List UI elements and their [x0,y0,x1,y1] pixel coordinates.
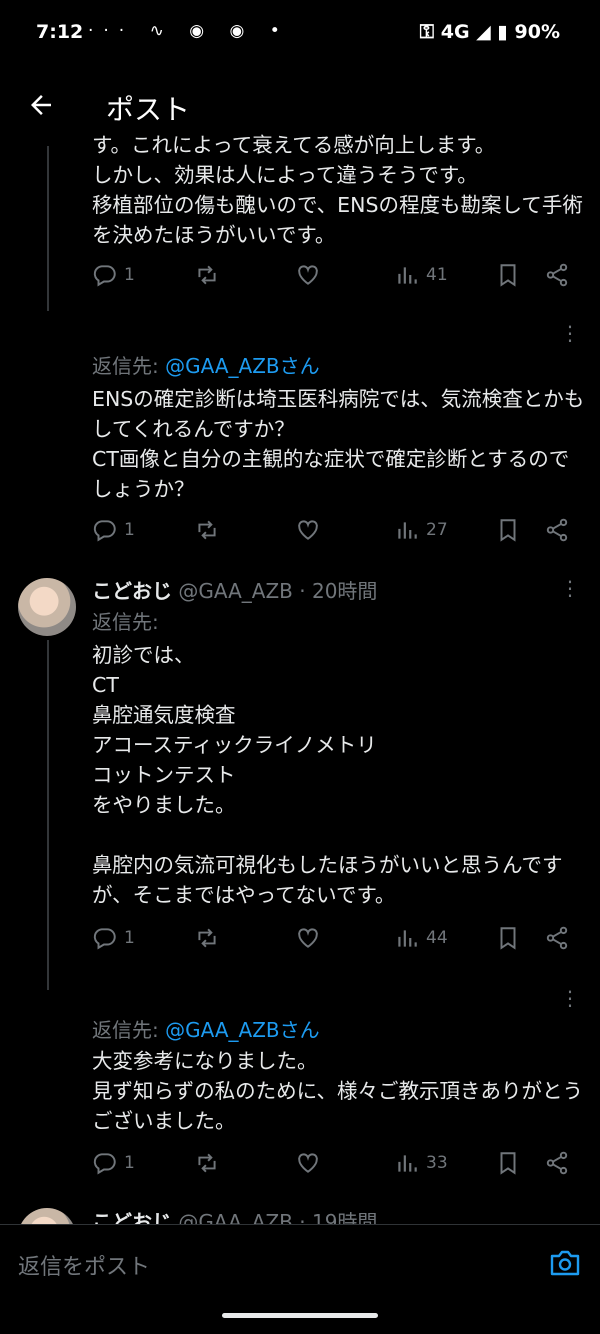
share-button[interactable] [544,262,570,288]
tweet-author-line: こどおじ @GAA_AZB · 20時間 [92,575,377,604]
status-bar: 7:12 ··· ∿ ◉ ◉ • ⚿ 4G ◢ ▮ 90% [0,0,600,66]
repost-button[interactable] [194,517,220,543]
repost-icon [198,928,216,948]
reply-count: 1 [124,928,135,948]
reply-button[interactable]: 1 [92,925,135,951]
network-label: 4G [440,21,470,43]
share-icon [546,518,568,542]
reply-input[interactable]: 返信をポスト [18,1249,150,1281]
reply-to-label: 返信先: [92,354,166,378]
battery-level: 90% [514,21,560,43]
reply-icon [93,1153,116,1175]
tweet-actions: 1 33 [0,1150,600,1184]
like-button[interactable] [295,925,321,951]
views-chart-icon [398,267,417,284]
views-count: 41 [426,265,448,285]
bookmark-button[interactable] [495,1150,521,1176]
reply-icon [93,928,116,950]
signal-icon: ◢ [476,21,491,43]
key-icon: ⚿ [419,21,435,43]
tweet-actions: 1 44 [0,925,600,959]
username[interactable]: @GAA_AZB [178,579,293,603]
status-time: 7:12 [36,21,84,43]
heart-icon [298,520,318,540]
like-button[interactable] [295,1150,321,1176]
reply-count: 1 [124,1153,135,1173]
reply-to-handle[interactable]: @GAA_AZBさん [165,1018,320,1042]
views-button[interactable]: 33 [394,1150,448,1176]
bookmark-button[interactable] [495,262,521,288]
repost-icon [198,520,216,540]
camera-icon[interactable] [549,1249,581,1277]
heart-icon [298,1153,318,1173]
tweet-text: 大変参考になりました。 見ず知らずの私のために、様々ご教示頂きありがとうございま… [92,1049,583,1133]
tweet-text: ENSの確定診断は埼玉医科病院では、気流検査とかもしてくれるんですか？ CT画像… [92,387,585,501]
reply-to-label: 返信先: [92,610,159,634]
reply-to-line: 返信先: [92,606,159,635]
more-options-icon[interactable]: ⋮ [560,323,580,343]
tweet-text: 初診では、 CT 鼻腔通気度検査 アコースティックライノメトリ コットンテスト … [92,643,563,907]
reply-icon [93,265,116,287]
views-button[interactable]: 41 [394,262,448,288]
views-count: 44 [426,928,448,948]
bookmark-button[interactable] [495,925,521,951]
avatar[interactable] [18,578,76,636]
views-chart-icon [398,522,417,539]
heart-icon [298,928,318,948]
views-button[interactable]: 44 [394,925,448,951]
repost-icon [198,265,216,285]
gesture-home-bar[interactable] [222,1313,378,1318]
notification-icons: ··· ∿ ◉ ◉ • [88,21,290,41]
heart-icon [298,265,318,285]
bookmark-icon [500,519,516,542]
share-button[interactable] [544,517,570,543]
reply-button[interactable]: 1 [92,1150,135,1176]
views-button[interactable]: 27 [394,517,448,543]
more-options-icon[interactable]: ⋮ [560,578,580,598]
bookmark-icon [500,927,516,950]
like-button[interactable] [295,517,321,543]
views-count: 33 [426,1153,448,1173]
bookmark-button[interactable] [495,517,521,543]
bookmark-icon [500,264,516,287]
timestamp[interactable]: · 20時間 [299,579,377,603]
repost-button[interactable] [194,262,220,288]
reply-to-handle[interactable]: @GAA_AZBさん [165,354,320,378]
battery-icon: ▮ [497,21,508,43]
reply-to-line: 返信先: @GAA_AZBさん [92,1014,320,1043]
more-options-icon[interactable]: ⋮ [560,988,580,1008]
like-button[interactable] [295,262,321,288]
share-icon [546,926,568,950]
reply-button[interactable]: 1 [92,517,135,543]
share-icon [546,1151,568,1175]
reply-icon [93,520,116,542]
status-right: ⚿ 4G ◢ ▮ 90% [420,21,560,43]
views-chart-icon [398,1155,417,1172]
share-button[interactable] [544,925,570,951]
back-arrow-icon[interactable] [26,90,56,120]
repost-button[interactable] [194,1150,220,1176]
reply-count: 1 [124,265,135,285]
repost-icon [198,1153,216,1173]
tweet-actions: 1 27 [0,517,600,551]
reply-to-line: 返信先: @GAA_AZBさん [92,350,320,379]
tweet-text: す。これによって衰えてる感が向上します。 しかし、効果は人によって違うそうです。… [92,133,583,247]
tweet-actions: 1 41 [0,262,600,296]
page-title: ポスト [106,93,191,126]
reply-to-label: 返信先: [92,1018,166,1042]
reply-button[interactable]: 1 [92,262,135,288]
views-count: 27 [426,520,448,540]
share-icon [546,263,568,287]
display-name[interactable]: こどおじ [92,579,172,603]
share-button[interactable] [544,1150,570,1176]
bookmark-icon [500,1152,516,1175]
repost-button[interactable] [194,925,220,951]
reply-count: 1 [124,520,135,540]
views-chart-icon [398,930,417,947]
